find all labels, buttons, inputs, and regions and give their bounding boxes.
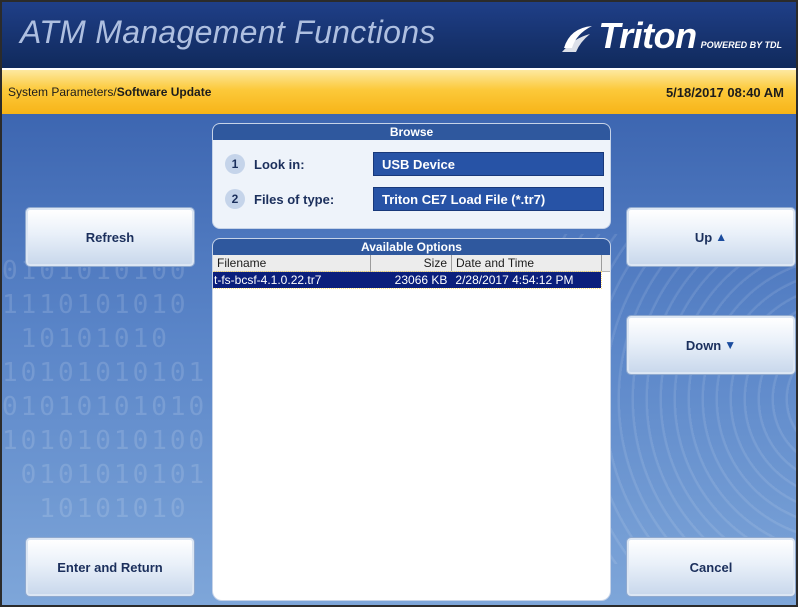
- atm-screen: ATM Management Functions Triton POWERED …: [0, 0, 798, 607]
- header-bar: ATM Management Functions Triton POWERED …: [2, 2, 796, 68]
- cancel-button[interactable]: Cancel: [627, 538, 795, 596]
- file-size-cell: 23066 KB: [394, 273, 448, 287]
- breadcrumb-current: Software Update: [116, 85, 212, 99]
- step-number-badge: 1: [225, 154, 245, 174]
- up-arrow-icon: ▲: [715, 230, 728, 244]
- breadcrumb-parent: System Parameters/: [8, 85, 117, 99]
- files-of-type-label: Files of type:: [254, 192, 335, 207]
- browse-panel-title: Browse: [213, 124, 610, 140]
- step-number-badge: 2: [225, 189, 245, 209]
- files-of-type-field[interactable]: Triton CE7 Load File (*.tr7): [373, 187, 604, 211]
- app-title: ATM Management Functions: [20, 14, 436, 50]
- breadcrumb-bar: System Parameters/Software Update 5/18/2…: [2, 70, 796, 114]
- down-button[interactable]: Down ▼: [627, 316, 795, 374]
- file-list-header: Filename Size Date and Time: [213, 255, 610, 272]
- down-button-label: Down: [685, 337, 722, 353]
- look-in-field[interactable]: USB Device: [373, 152, 604, 176]
- look-in-row: 1 Look in: USB Device: [213, 152, 610, 176]
- triton-logo: Triton POWERED BY TDL: [560, 14, 782, 54]
- refresh-button-label: Refresh: [85, 229, 135, 245]
- files-of-type-row: 2 Files of type: Triton CE7 Load File (*…: [213, 187, 610, 211]
- refresh-button[interactable]: Refresh: [26, 208, 194, 266]
- available-options-title: Available Options: [213, 239, 610, 255]
- file-list-row-selected[interactable]: t-fs-bcsf-4.1.0.22.tr7 23066 KB 2/28/201…: [213, 271, 602, 289]
- down-arrow-icon: ▼: [724, 338, 737, 352]
- main-area: 0101010100 1110101010 10101010 101010101…: [2, 114, 796, 605]
- column-header-date[interactable]: Date and Time: [452, 255, 602, 272]
- file-name-cell: t-fs-bcsf-4.1.0.22.tr7: [214, 273, 322, 287]
- up-button-label: Up: [694, 229, 713, 245]
- triton-swoosh-icon: [562, 26, 593, 52]
- logo-subtext: POWERED BY TDL: [700, 40, 782, 50]
- available-options-panel: Available Options Filename Size Date and…: [212, 238, 611, 601]
- cancel-button-label: Cancel: [689, 559, 733, 575]
- up-button[interactable]: Up ▲: [627, 208, 795, 266]
- logo-text: Triton: [598, 15, 697, 56]
- breadcrumb: System Parameters/Software Update: [8, 85, 211, 99]
- enter-and-return-button[interactable]: Enter and Return: [26, 538, 194, 596]
- column-header-size[interactable]: Size: [371, 255, 452, 272]
- column-header-filename[interactable]: Filename: [213, 255, 371, 272]
- browse-panel: Browse 1 Look in: USB Device 2 Files of …: [212, 123, 611, 229]
- enter-and-return-label: Enter and Return: [57, 559, 163, 575]
- look-in-label: Look in:: [254, 157, 305, 172]
- file-date-cell: 2/28/2017 4:54:12 PM: [455, 273, 574, 287]
- date-time: 5/18/2017 08:40 AM: [665, 85, 784, 100]
